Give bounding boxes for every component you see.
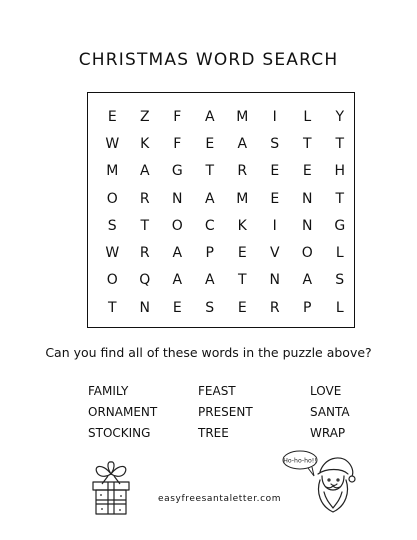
grid-letter: F xyxy=(173,108,182,125)
grid-letter: N xyxy=(139,299,150,316)
grid-letter: L xyxy=(303,108,312,125)
grid-letter: O xyxy=(106,190,118,207)
grid-letter: R xyxy=(269,299,280,316)
gift-box-icon xyxy=(92,461,130,515)
grid-letter: A xyxy=(237,135,248,152)
grid-letter: A xyxy=(204,272,215,289)
grid-letter: V xyxy=(269,245,280,262)
grid-letter: A xyxy=(302,272,313,289)
grid-letter: E xyxy=(172,299,182,316)
grid-letter: S xyxy=(270,135,280,152)
grid-letter: E xyxy=(237,245,247,262)
word-list-item: LOVE xyxy=(310,384,342,398)
grid-letter: E xyxy=(270,190,280,207)
grid-letter: G xyxy=(334,217,346,234)
grid-letter: A xyxy=(172,245,183,262)
website-url: easyfreesantaletter.com xyxy=(158,494,282,504)
grid-letter: M xyxy=(236,108,249,125)
grid-letter: E xyxy=(237,299,247,316)
grid-letter: L xyxy=(335,299,344,316)
grid-letter: I xyxy=(272,108,277,125)
word-list-item: FEAST xyxy=(198,384,236,398)
grid-letter: S xyxy=(335,272,345,289)
speech-bubble-text: Ho-ho-ho!! xyxy=(283,458,317,465)
grid-letter: L xyxy=(335,245,344,262)
page-title: CHRISTMAS WORD SEARCH xyxy=(78,50,339,70)
grid-letter: T xyxy=(302,135,312,152)
word-list-item: SANTA xyxy=(310,405,350,419)
grid-letter: R xyxy=(139,190,150,207)
grid-letter: G xyxy=(171,163,183,180)
worksheet-page: CHRISTMAS WORD SEARCH EZFAMILYWKFEASTTMA… xyxy=(0,0,417,540)
word-search-grid: EZFAMILYWKFEASTTMAGTREEHORNAMENTSTOCKING… xyxy=(96,103,356,321)
grid-letter: T xyxy=(335,190,345,207)
grid-letter: P xyxy=(205,245,214,262)
grid-letter: N xyxy=(269,272,280,289)
grid-letter: O xyxy=(301,245,313,262)
grid-letter: N xyxy=(302,217,313,234)
santa-icon: Ho-ho-ho!! xyxy=(282,450,356,513)
word-list-item: WRAP xyxy=(310,426,346,440)
grid-letter: T xyxy=(140,217,150,234)
grid-letter: F xyxy=(173,135,182,152)
word-search-grid-frame: EZFAMILYWKFEASTTMAGTREEHORNAMENTSTOCKING… xyxy=(87,92,355,328)
word-list-item: TREE xyxy=(198,426,229,440)
grid-letter: R xyxy=(237,163,248,180)
grid-letter: K xyxy=(140,135,150,152)
grid-letter: E xyxy=(302,163,312,180)
word-list-item: STOCKING xyxy=(88,426,151,440)
word-list-item: PRESENT xyxy=(198,405,253,419)
grid-letter: T xyxy=(335,135,345,152)
grid-letter: N xyxy=(172,190,183,207)
grid-letter: O xyxy=(106,272,118,289)
grid-letter: M xyxy=(236,190,249,207)
grid-letter: E xyxy=(107,108,117,125)
grid-letter: Y xyxy=(335,108,345,125)
grid-letter: T xyxy=(107,299,117,316)
grid-letter: Z xyxy=(139,108,150,125)
grid-letter: E xyxy=(205,135,215,152)
grid-letter: T xyxy=(237,272,247,289)
grid-letter: N xyxy=(302,190,313,207)
grid-letter: E xyxy=(270,163,280,180)
grid-letter: P xyxy=(303,299,312,316)
grid-letter: W xyxy=(105,135,120,152)
grid-letter: R xyxy=(139,245,150,262)
grid-letter: A xyxy=(172,272,183,289)
grid-letter: S xyxy=(205,299,215,316)
instructions-text: Can you find all of these words in the p… xyxy=(45,345,372,360)
grid-letter: W xyxy=(105,245,120,262)
grid-letter: A xyxy=(204,108,215,125)
grid-letter: Q xyxy=(139,272,151,289)
grid-letter: I xyxy=(272,217,277,234)
grid-letter: C xyxy=(204,217,215,234)
grid-letter: M xyxy=(106,163,119,180)
grid-letter: A xyxy=(204,190,215,207)
grid-letter: K xyxy=(237,217,247,234)
grid-letter: S xyxy=(107,217,117,234)
grid-letter: H xyxy=(334,163,346,180)
grid-letter: A xyxy=(139,163,150,180)
grid-letter: O xyxy=(171,217,183,234)
grid-letter: T xyxy=(205,163,215,180)
word-list-item: FAMILY xyxy=(88,384,129,398)
word-list-item: ORNAMENT xyxy=(88,405,158,419)
word-list: FAMILY FEAST LOVE ORNAMENT PRESENT SANTA STOCK… xyxy=(88,384,410,447)
